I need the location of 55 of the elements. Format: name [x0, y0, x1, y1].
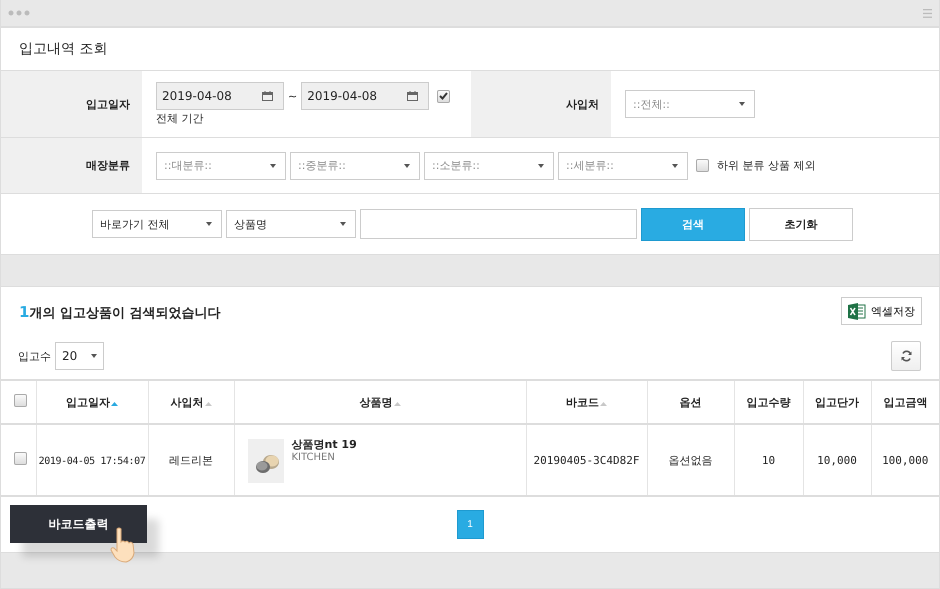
- range-separator: ~: [288, 90, 298, 102]
- table-cell: 20190405-3C4D82F: [534, 454, 640, 466]
- field-label: 사입처: [566, 96, 599, 112]
- table-cell: 레드리본: [169, 454, 213, 466]
- result-count-text: 1개의 입고상품이 검색되었습니다: [19, 302, 220, 322]
- sort-icon[interactable]: [394, 402, 400, 406]
- sort-icon[interactable]: [111, 402, 118, 406]
- search-type-dropdown[interactable]: 상품명: [226, 210, 356, 238]
- table-cell: 2019-04-05 17:54:07: [38, 456, 146, 466]
- field-label: 입고일자: [86, 96, 130, 112]
- column-header[interactable]: 바코드: [566, 396, 599, 408]
- category-dropdown[interactable]: ::중분류::: [290, 152, 420, 180]
- date-field[interactable]: 2019-04-08: [301, 82, 430, 110]
- table-cell: 10: [762, 454, 776, 466]
- date-field[interactable]: 2019-04-08: [156, 82, 284, 110]
- per-page-dropdown[interactable]: 20: [55, 342, 104, 370]
- table-cell: 100,000: [882, 454, 928, 466]
- column-header[interactable]: 사입처: [170, 396, 204, 408]
- category-dropdown[interactable]: ::세분류::: [558, 152, 688, 180]
- category-dropdown[interactable]: ::소분류::: [424, 152, 554, 180]
- checkbox-label: 전체 기간: [156, 111, 204, 126]
- refresh-button[interactable]: [891, 341, 921, 371]
- row-checkbox[interactable]: [14, 452, 27, 465]
- table-cell: 옵션없음: [668, 454, 712, 466]
- product-name[interactable]: 상품명nt 19: [292, 437, 357, 452]
- sort-icon[interactable]: [600, 402, 607, 406]
- per-page-label: 입고수: [18, 348, 51, 364]
- spreadsheet-icon: [848, 302, 866, 320]
- field-label: 매장분류: [86, 158, 130, 173]
- window-dots-icon: [8, 10, 32, 16]
- category-dropdown[interactable]: ::대분류::: [156, 152, 286, 180]
- calendar-icon: [262, 91, 273, 101]
- column-header: 입고단가: [815, 396, 859, 408]
- supplier-dropdown[interactable]: ::전체::: [625, 90, 755, 118]
- column-header: 옵션: [680, 396, 702, 408]
- excel-save-button[interactable]: 엑셀저장: [841, 297, 922, 325]
- shortcut-dropdown[interactable]: 바로가기 전체: [92, 210, 222, 238]
- product-brand: KITCHEN: [292, 452, 336, 463]
- column-header[interactable]: 상품명: [360, 396, 392, 408]
- sort-icon[interactable]: [204, 402, 212, 406]
- column-header: 입고금액: [883, 396, 928, 408]
- search-field[interactable]: [360, 209, 637, 239]
- column-header[interactable]: 입고일자: [66, 396, 110, 408]
- page-title: 입고내역 조회: [19, 40, 108, 58]
- column-header: 입고수량: [746, 396, 790, 408]
- barcode-print-button[interactable]: 바코드출력: [10, 505, 147, 543]
- menu-icon[interactable]: [923, 8, 932, 18]
- calendar-icon: [407, 91, 418, 101]
- table-cell: 10,000: [817, 454, 857, 466]
- refresh-icon: [900, 350, 912, 362]
- checkbox-label: 하위 분류 상품 제외: [717, 158, 816, 173]
- checkbox[interactable]: [696, 159, 709, 172]
- checkbox[interactable]: [437, 90, 450, 102]
- search-action-button[interactable]: 초기화: [749, 208, 853, 240]
- select-all-checkbox[interactable]: [14, 394, 27, 407]
